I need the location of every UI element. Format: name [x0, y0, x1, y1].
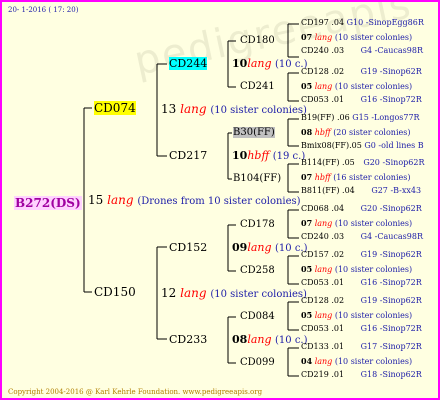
- g3-node-5[interactable]: CD178: [240, 220, 275, 230]
- g3-id-7: CD084: [240, 311, 275, 322]
- g2-lang-2: hbff: [247, 149, 270, 162]
- g2-node-1[interactable]: CD244: [169, 57, 208, 70]
- g1-lang-2: lang: [180, 286, 207, 300]
- pedigree-frame: pedigreeapis 20- 1-2016 ( 17: 20) B272(D…: [0, 0, 440, 400]
- g2-num-2: 10: [232, 149, 248, 162]
- g4-bottom-7[interactable]: CD053 .01 G16 -Sinop72R: [301, 325, 422, 333]
- root-lang: lang: [107, 193, 134, 207]
- g3-id-1: CD180: [240, 35, 275, 46]
- g4-top-7[interactable]: CD128 .02 G19 -Sinop62R: [301, 297, 422, 305]
- g3-node-3[interactable]: B30(FF): [233, 127, 275, 138]
- g2-id-3: CD152: [169, 241, 208, 254]
- g2-lang-1: lang: [247, 57, 272, 70]
- root-mating: 15 lang (Drones from 10 sister colonies): [88, 194, 301, 207]
- g2-num-4: 08: [232, 333, 248, 346]
- g4-bottom-6[interactable]: CD053 .01 G16 -Sinop72R: [301, 279, 422, 287]
- g3-node-2[interactable]: CD241: [240, 82, 275, 92]
- g3-id-4: B104(FF): [233, 173, 282, 184]
- g2-mating-2: 10hbff (19 c.): [232, 150, 305, 162]
- g1-num-1: 13: [161, 102, 177, 116]
- g4-mating-5: 07 lang (10 sister colonies): [301, 218, 413, 228]
- g4-top-1[interactable]: CD197 .04 G10 -SinopEgg86R: [301, 19, 424, 27]
- g2-id-1: CD244: [169, 57, 208, 70]
- g2-mating-4: 08lang (10 c.): [232, 334, 308, 346]
- g4-mating-8: 04 lang (10 sister colonies): [301, 356, 413, 366]
- g3-node-1[interactable]: CD180: [240, 36, 275, 46]
- g2-id-4: CD233: [169, 333, 208, 346]
- g4-bottom-2[interactable]: CD053 .01 G16 -Sinop72R: [301, 96, 422, 104]
- g2-lang-3: lang: [247, 241, 272, 254]
- g4-mating-3: 08 hbff (20 sister colonies): [301, 127, 411, 137]
- g2-lang-4: lang: [247, 333, 272, 346]
- g2-node-2[interactable]: CD217: [169, 150, 207, 161]
- g1-id-2: CD150: [94, 285, 136, 299]
- g2-mating-3: 09lang (10 c.): [232, 242, 308, 254]
- g1-note-1: (10 sister colonies): [210, 105, 307, 116]
- g3-node-6[interactable]: CD258: [240, 266, 275, 276]
- g2-id-2: CD217: [169, 149, 208, 162]
- header-date: 20- 1-2016 ( 17: 20): [8, 6, 79, 14]
- g4-mating-1: 07 lang (10 sister colonies): [301, 32, 413, 42]
- g1-num-2: 12: [161, 286, 177, 300]
- g4-top-4[interactable]: B114(FF) .05 G20 -Sinop62R: [301, 159, 424, 167]
- g4-top-2[interactable]: CD128 .02 G19 -Sinop62R: [301, 68, 422, 76]
- g4-mating-7: 05 lang (10 sister colonies): [301, 310, 413, 320]
- g4-top-8[interactable]: CD133 .01 G17 -Sinop72R: [301, 343, 422, 351]
- root-id: B272(DS): [14, 196, 82, 210]
- g4-top-6[interactable]: CD157 .02 G19 -Sinop62R: [301, 251, 422, 259]
- g1-mating-1: 13 lang (10 sister colonies): [161, 103, 307, 116]
- g4-mating-6: 05 lang (10 sister colonies): [301, 264, 413, 274]
- g4-top-5[interactable]: CD068 .04 G20 -Sinop62R: [301, 205, 422, 213]
- g3-node-8[interactable]: CD099: [240, 358, 275, 368]
- g2-node-4[interactable]: CD233: [169, 334, 207, 345]
- g2-num-1: 10: [232, 57, 248, 70]
- root-node[interactable]: B272(DS): [14, 194, 82, 210]
- g4-mating-2: 05 lang (10 sister colonies): [301, 81, 413, 91]
- g1-note-2: (10 sister colonies): [210, 289, 307, 300]
- g3-id-6: CD258: [240, 265, 275, 276]
- root-num: 15: [88, 193, 104, 207]
- g3-node-7[interactable]: CD084: [240, 312, 275, 322]
- g1-node-2[interactable]: CD150: [94, 286, 136, 298]
- g3-id-2: CD241: [240, 81, 275, 92]
- g1-id-1: CD074: [94, 101, 136, 115]
- g4-bottom-1[interactable]: CD240 .03 G4 -Caucas98R: [301, 47, 423, 55]
- g2-mating-1: 10lang (10 c.): [232, 58, 308, 70]
- g4-bottom-3[interactable]: Bmix08(FF).05 G0 -old lines B: [301, 142, 424, 150]
- g3-id-5: CD178: [240, 219, 275, 230]
- g4-bottom-8[interactable]: CD219 .01 G18 -Sinop62R: [301, 371, 422, 379]
- g3-id-8: CD099: [240, 357, 275, 368]
- g4-mating-4: 07 hbff (16 sister colonies): [301, 172, 411, 182]
- root-note: (Drones from 10 sister colonies): [137, 196, 301, 207]
- g2-node-3[interactable]: CD152: [169, 242, 207, 253]
- g1-mating-2: 12 lang (10 sister colonies): [161, 287, 307, 300]
- g3-node-4[interactable]: B104(FF): [233, 174, 281, 184]
- g1-node-1[interactable]: CD074: [94, 101, 136, 115]
- g2-num-3: 09: [232, 241, 248, 254]
- g1-lang-1: lang: [180, 102, 207, 116]
- g4-top-3[interactable]: B19(FF) .06 G15 -Longos77R: [301, 114, 420, 122]
- footer-copyright: Copyright 2004-2016 @ Karl Kehrle Founda…: [8, 388, 263, 396]
- g4-bottom-4[interactable]: B811(FF) .04 G27 -B-xx43: [301, 187, 421, 195]
- g4-bottom-5[interactable]: CD240 .03 G4 -Caucas98R: [301, 233, 423, 241]
- g3-id-3: B30(FF): [233, 127, 275, 138]
